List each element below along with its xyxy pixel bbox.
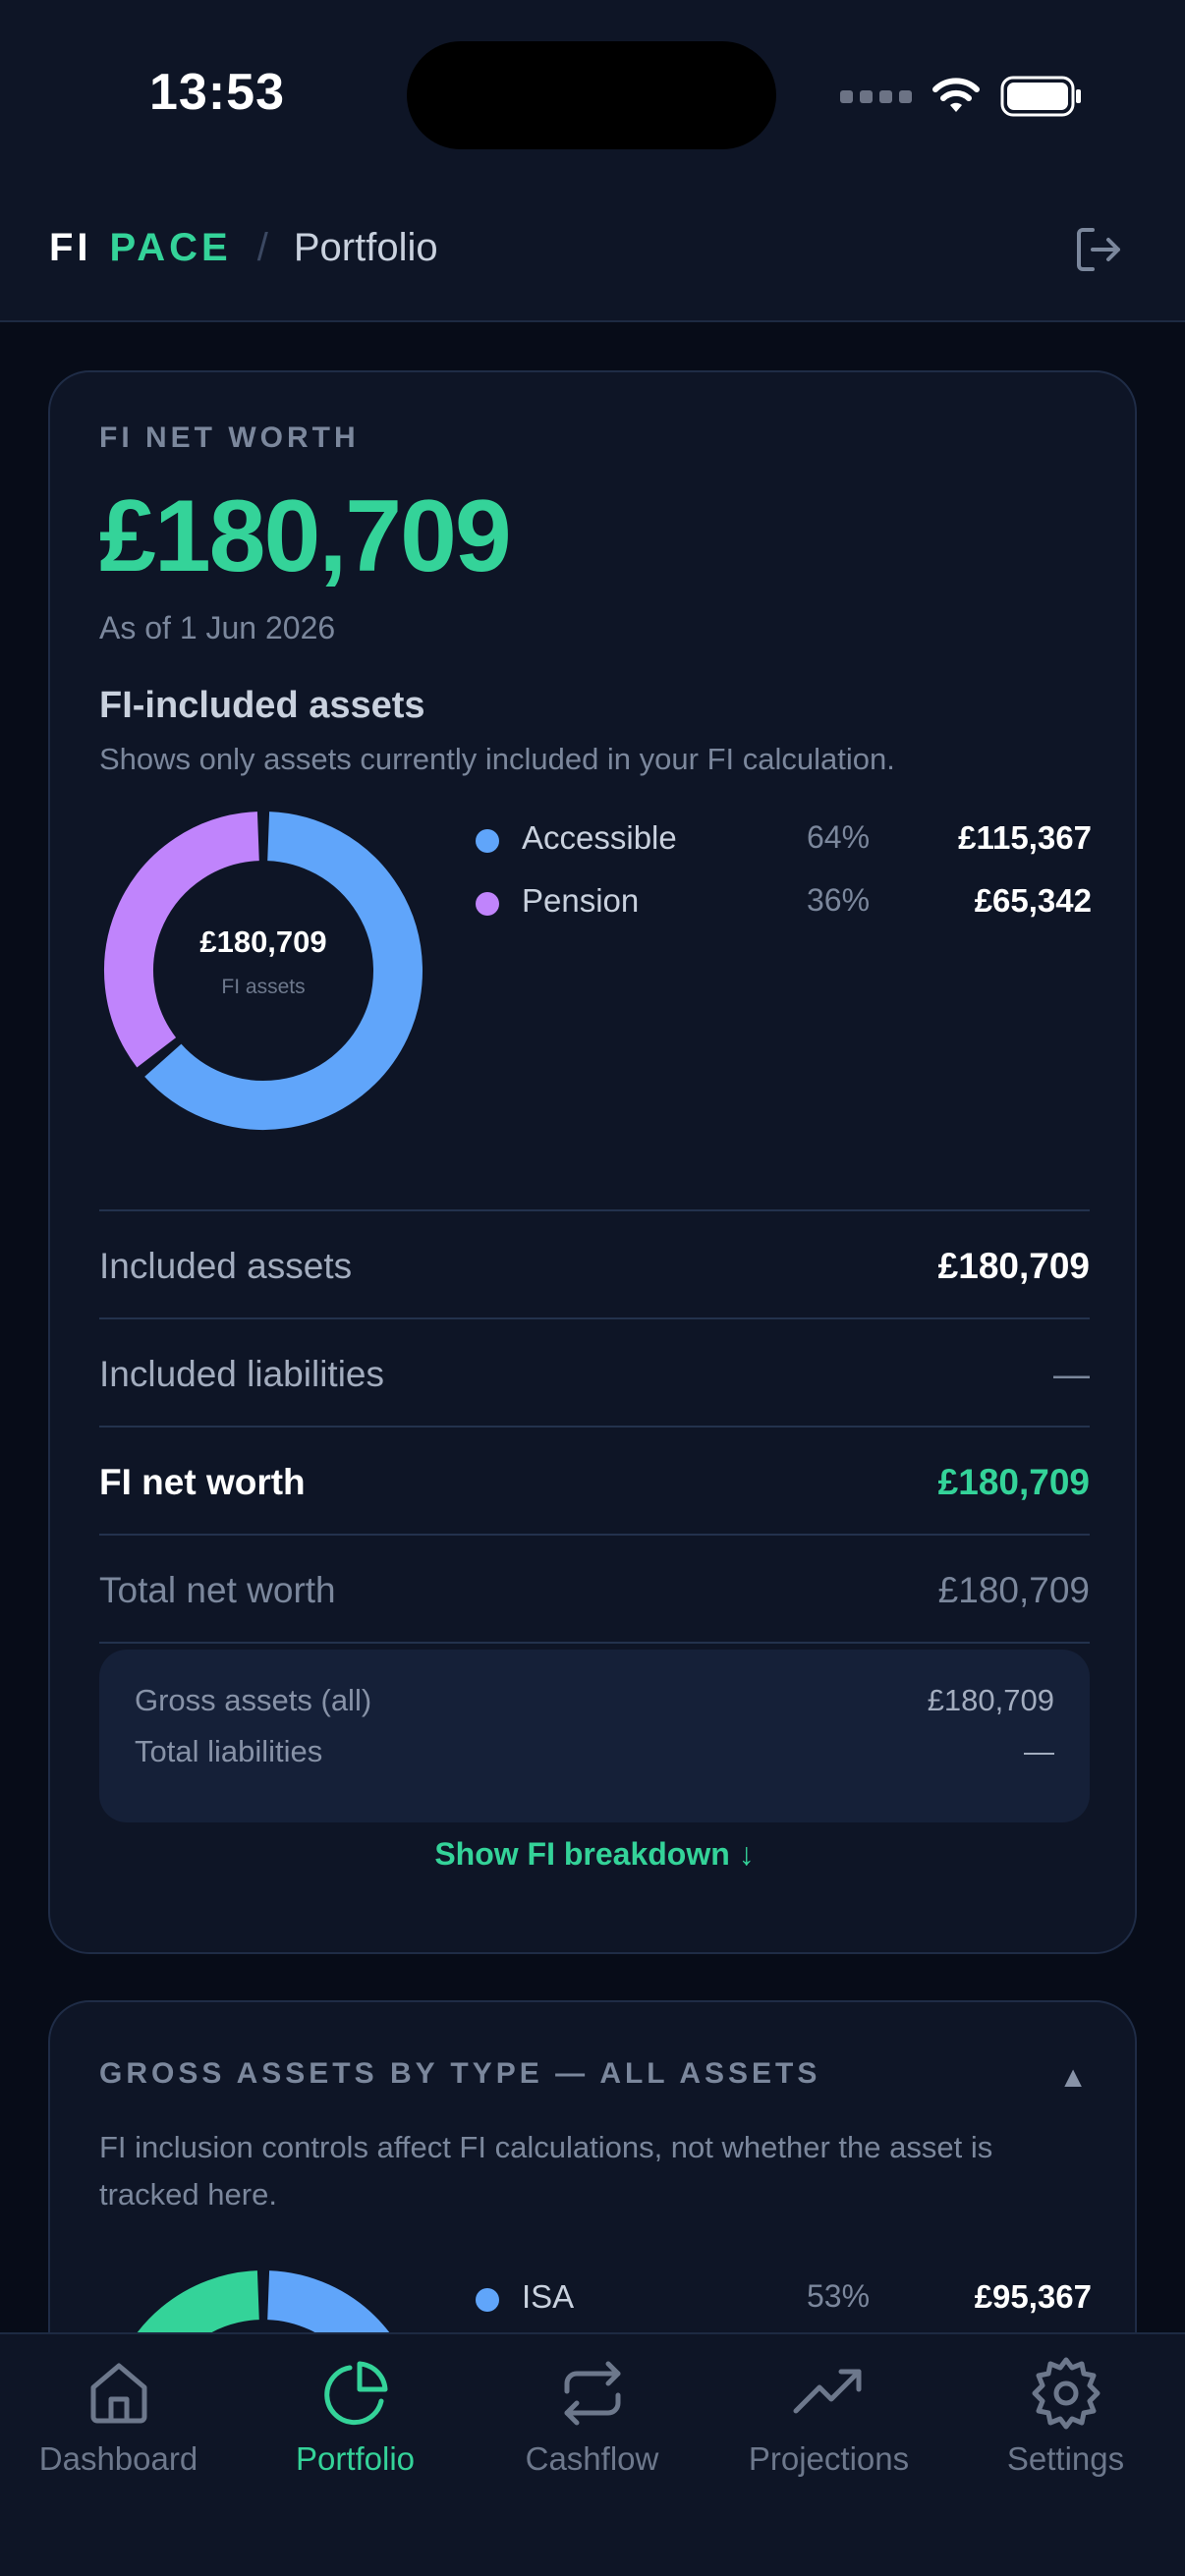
brand-logo-pace: PACE: [109, 226, 232, 269]
nav-item-portfolio[interactable]: Portfolio: [237, 2354, 474, 2478]
repeat-icon: [564, 2361, 620, 2426]
card-eyebrow: GROSS ASSETS BY TYPE — ALL ASSETS: [99, 2057, 821, 2090]
gross-assets-card: GROSS ASSETS BY TYPE — ALL ASSETS ▲ FI i…: [48, 2000, 1137, 2332]
nav-item-dashboard[interactable]: Dashboard: [0, 2354, 237, 2478]
donut-center-label: FI assets: [221, 976, 306, 998]
donut-segment-green: [137, 2270, 260, 2332]
fi-assets-donut-chart: [104, 812, 423, 1130]
legend-dot: [476, 892, 499, 916]
card-subtitle: FI inclusion controls affect FI calculat…: [99, 2130, 993, 2212]
nav-label: Dashboard: [38, 2440, 198, 2477]
nav-label: Settings: [1006, 2440, 1125, 2477]
legend-name: Pension: [522, 882, 640, 919]
show-fi-breakdown-button[interactable]: Show FI breakdown ↓: [50, 1836, 1139, 1873]
summary-rows: Included assets £180,709 Included liabil…: [99, 1209, 1090, 1644]
total-liabilities-label: Total liabilities: [135, 1734, 323, 1768]
status-bar: 13:53: [0, 0, 1185, 187]
breadcrumb-separator: /: [256, 226, 268, 269]
trending-up-icon: [793, 2369, 861, 2414]
fi-net-worth-value: £180,709: [99, 479, 512, 593]
status-time: 13:53: [149, 64, 285, 121]
home-icon: [90, 2363, 146, 2424]
row-fi-net-worth: FI net worth £180,709: [99, 1428, 1090, 1536]
legend-percent: 53%: [807, 2278, 871, 2314]
donut-legend: ISA 53% £95,367: [473, 2271, 1092, 2332]
logout-icon[interactable]: [1071, 222, 1126, 277]
collapse-toggle-icon[interactable]: ▲: [1058, 2061, 1088, 2095]
legend-value: £115,367: [958, 819, 1092, 856]
row-label: Included liabilities: [99, 1354, 385, 1394]
row-value: £180,709: [937, 1462, 1090, 1502]
gross-assets-label: Gross assets (all): [135, 1683, 372, 1717]
donut-segment-isa: [266, 2270, 390, 2332]
row-value: £180,709: [937, 1246, 1090, 1286]
brand-breadcrumb: FI PACE / Portfolio: [49, 226, 438, 270]
gross-assets-value: £180,709: [927, 1683, 1054, 1717]
row-value: £180,709: [937, 1570, 1090, 1610]
legend-dot: [476, 829, 499, 853]
section-subtitle: Shows only assets currently included in …: [99, 742, 895, 776]
row-included-liabilities: Included liabilities —: [99, 1319, 1090, 1428]
row-label: Included assets: [99, 1246, 353, 1286]
scroll-content[interactable]: FI NET WORTH £180,709 As of 1 Jun 2026 F…: [0, 324, 1185, 2332]
nav-item-projections[interactable]: Projections: [710, 2354, 947, 2478]
legend-percent: 36%: [807, 882, 871, 918]
as-of-date: As of 1 Jun 2026: [99, 610, 336, 645]
donut-legend: Accessible 64% £115,367 Pension 36% £65,…: [473, 812, 1092, 938]
wifi-icon: [932, 78, 980, 112]
donut-center-value: £180,709: [199, 924, 327, 959]
legend-row-accessible: Accessible 64% £115,367: [473, 812, 1092, 875]
bottom-nav: Dashboard Portfolio Cashflow Projections…: [0, 2332, 1185, 2576]
legend-name: ISA: [522, 2278, 575, 2315]
legend-row-isa: ISA 53% £95,367: [473, 2271, 1092, 2332]
legend-dot: [476, 2288, 499, 2312]
legend-value: £95,367: [974, 2278, 1092, 2315]
section-title: FI-included assets: [99, 685, 425, 726]
status-icons: [840, 71, 1083, 122]
nav-item-cashflow[interactable]: Cashflow: [474, 2354, 710, 2478]
card-eyebrow: FI NET WORTH: [99, 421, 360, 454]
gear-icon: [1032, 2357, 1100, 2430]
total-liabilities-value: —: [1024, 1734, 1054, 1768]
gross-summary-box: Gross assets (all) £180,709 Total liabil…: [99, 1650, 1090, 1822]
dynamic-island: [407, 41, 776, 149]
legend-value: £65,342: [974, 882, 1092, 919]
nav-label: Projections: [748, 2440, 910, 2477]
nav-label: Cashflow: [525, 2440, 659, 2477]
pie-chart-icon: [323, 2361, 387, 2426]
row-value: —: [1053, 1354, 1090, 1394]
legend-row-pension: Pension 36% £65,342: [473, 875, 1092, 938]
page-title: Portfolio: [293, 226, 438, 269]
legend-percent: 64%: [807, 819, 871, 855]
brand-logo-fi: FI: [49, 226, 92, 269]
signal-icon: [840, 89, 912, 103]
nav-label: Portfolio: [295, 2440, 416, 2477]
row-label: Total net worth: [99, 1570, 336, 1610]
gross-assets-donut-chart: [137, 2270, 390, 2332]
app-screen: 13:53 FI PACE / Portfolio FI NET WORTH £…: [0, 0, 1185, 2576]
legend-name: Accessible: [522, 819, 677, 856]
fi-net-worth-card: FI NET WORTH £180,709 As of 1 Jun 2026 F…: [48, 370, 1137, 1954]
battery-icon: [1000, 76, 1081, 117]
app-header: FI PACE / Portfolio: [0, 187, 1185, 322]
row-included-assets: Included assets £180,709: [99, 1211, 1090, 1319]
row-label: FI net worth: [99, 1462, 306, 1502]
row-total-net-worth: Total net worth £180,709: [99, 1536, 1090, 1644]
nav-item-settings[interactable]: Settings: [947, 2354, 1184, 2478]
